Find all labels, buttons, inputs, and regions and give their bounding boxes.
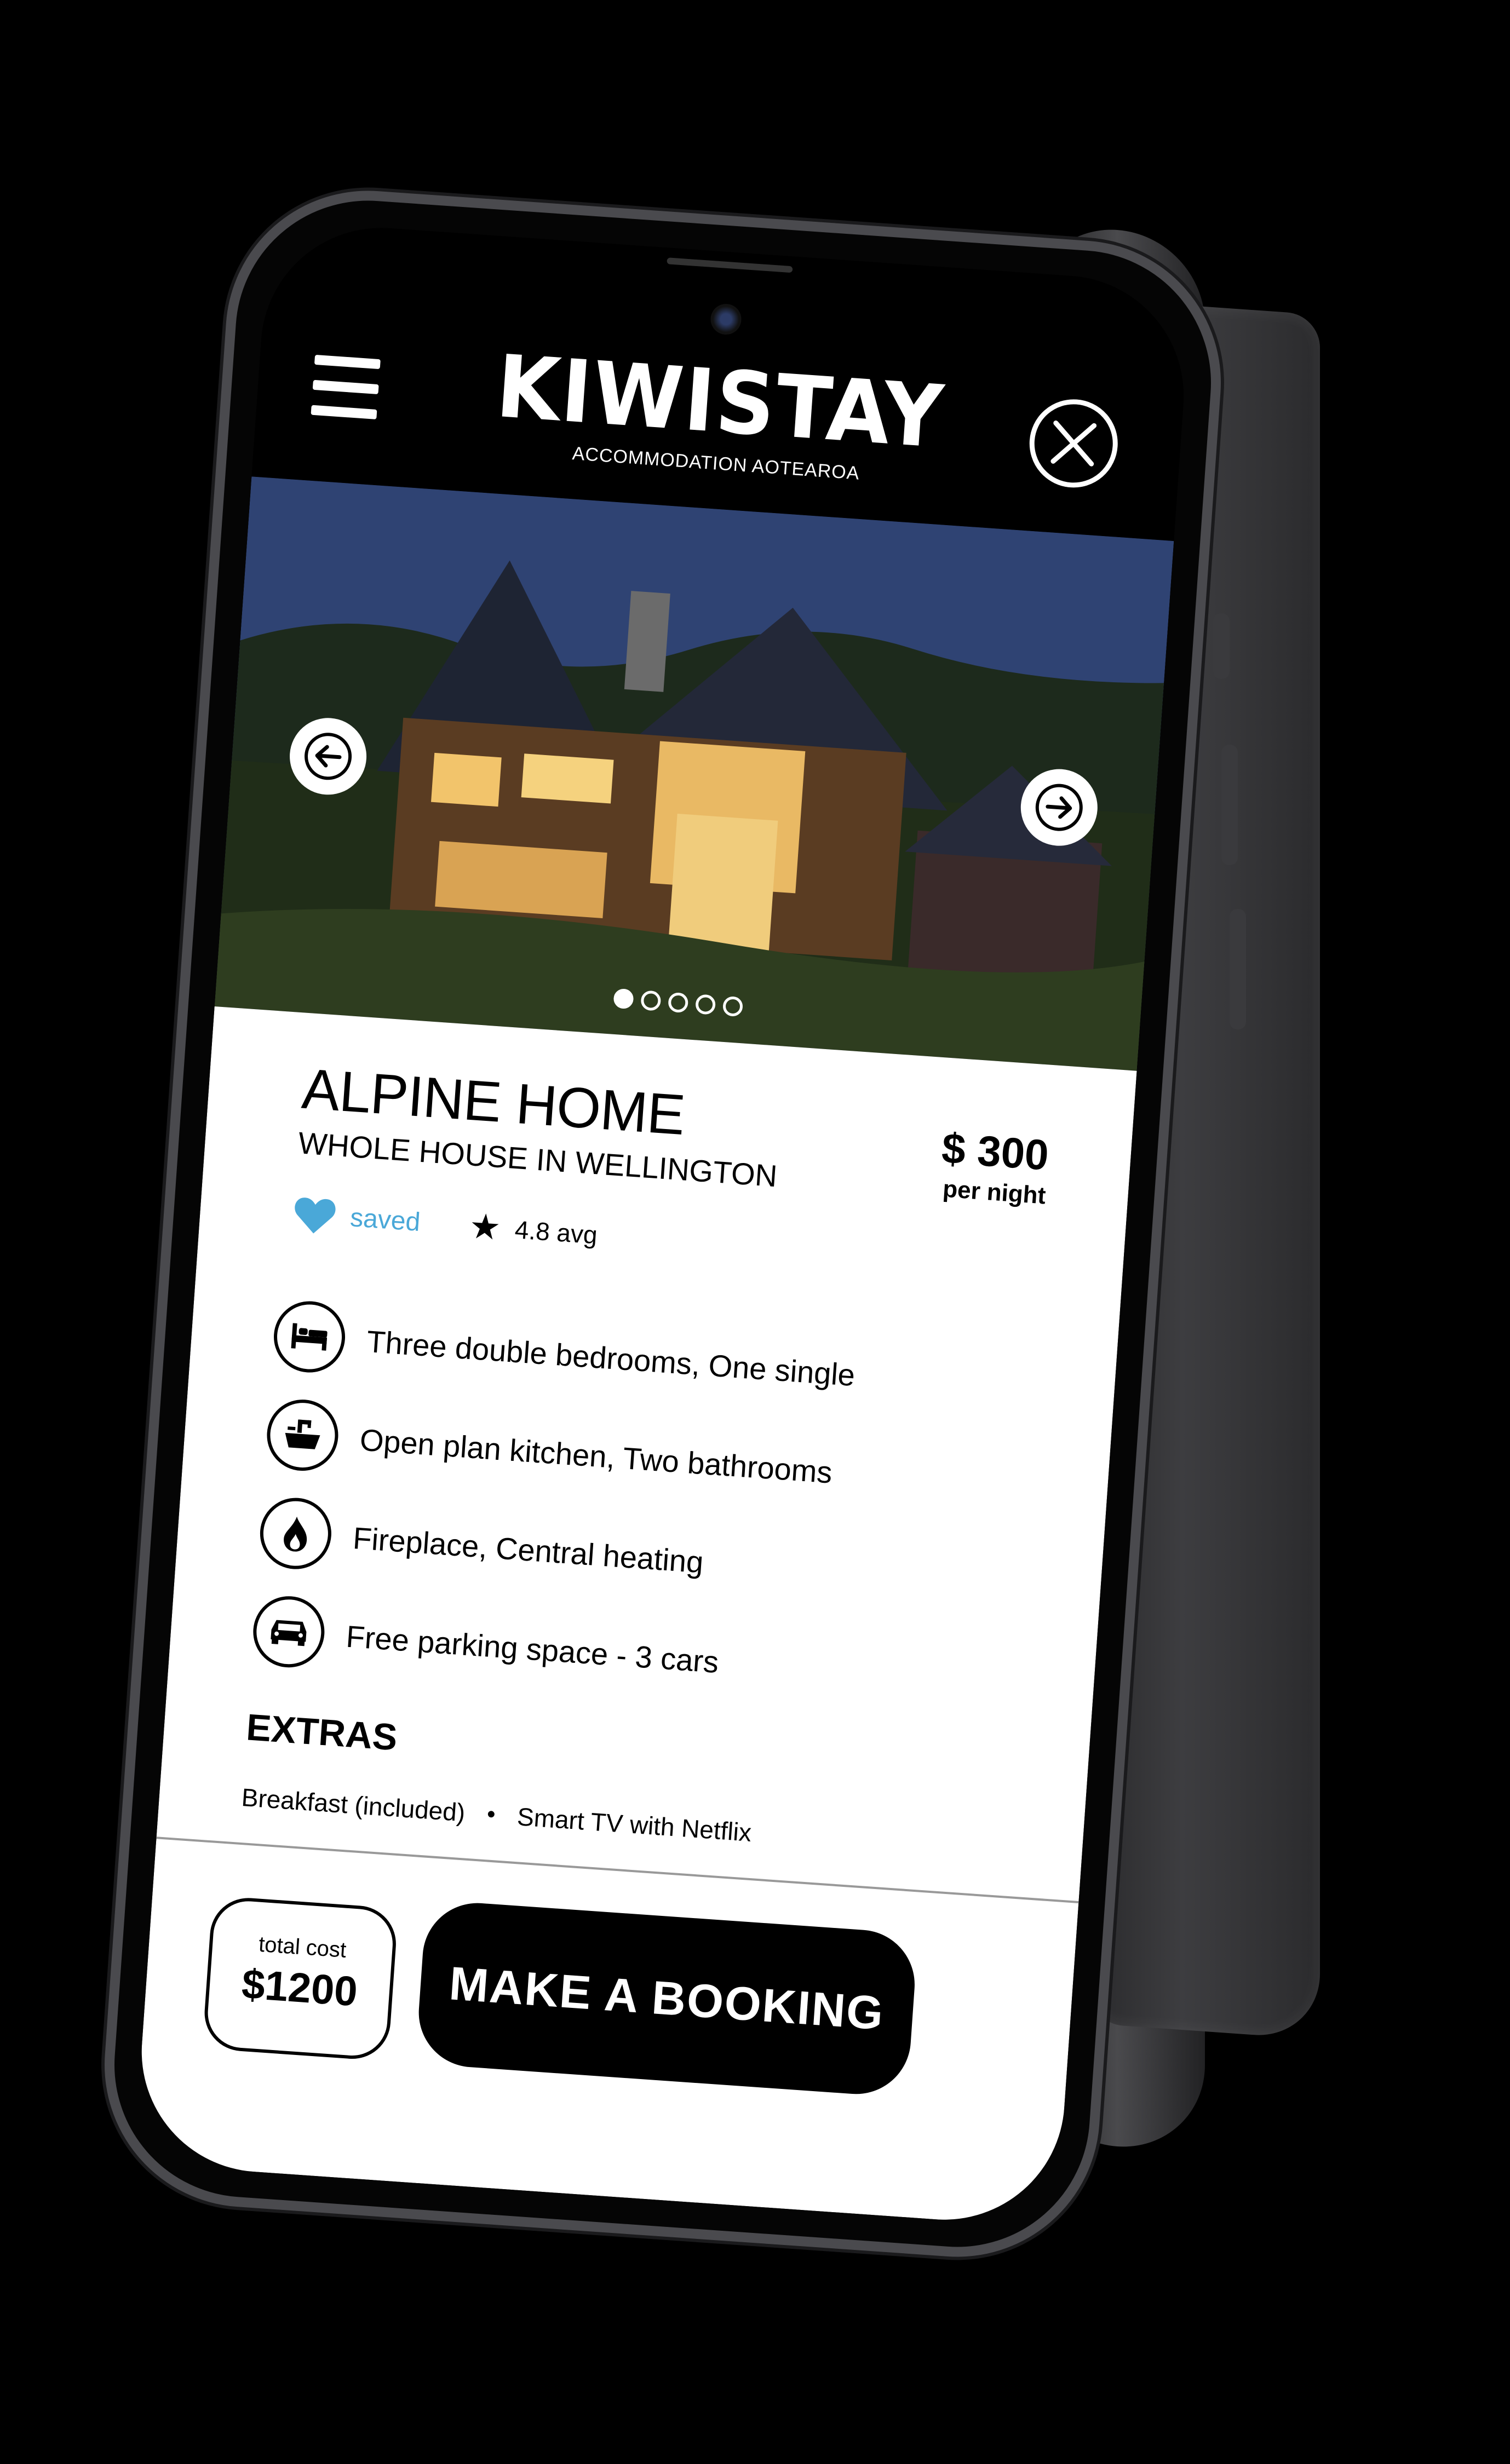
total-value: $1200 bbox=[240, 1960, 359, 2016]
flame-icon bbox=[257, 1495, 334, 1572]
rating-text: 4.8 avg bbox=[514, 1214, 599, 1250]
booking-footer: total cost $1200 MAKE A BOOKING bbox=[139, 1858, 1077, 2152]
bullet-separator: • bbox=[486, 1800, 497, 1828]
price-block: $ 300 per night bbox=[938, 1123, 1050, 1210]
feature-text: Three double bedrooms, One single bbox=[365, 1323, 857, 1392]
photo-gallery[interactable] bbox=[214, 476, 1174, 1071]
camera-icon bbox=[709, 303, 743, 336]
total-cost-box: total cost $1200 bbox=[202, 1895, 399, 2062]
extra-item: Breakfast (included) bbox=[240, 1782, 467, 1827]
extra-item: Smart TV with Netflix bbox=[516, 1802, 753, 1847]
car-icon bbox=[250, 1593, 327, 1670]
volume-up-button bbox=[1221, 745, 1238, 865]
feature-text: Open plan kitchen, Two bathrooms bbox=[359, 1421, 834, 1490]
pagination-dot[interactable] bbox=[640, 990, 662, 1011]
arrow-left-icon bbox=[305, 733, 352, 780]
make-booking-button[interactable]: MAKE A BOOKING bbox=[415, 1899, 918, 2098]
star-icon: ★ bbox=[468, 1206, 502, 1248]
heart-icon[interactable] bbox=[292, 1195, 337, 1236]
feature-text: Fireplace, Central heating bbox=[352, 1520, 705, 1580]
price-unit: per night bbox=[941, 1175, 1047, 1210]
bed-icon bbox=[271, 1299, 348, 1375]
arrow-right-icon bbox=[1035, 784, 1083, 831]
phone-screen: KIWISTAY ACCOMMODATION AOTEAROA ALPINE H… bbox=[133, 220, 1192, 2228]
pagination-dot[interactable] bbox=[668, 992, 689, 1014]
saved-label[interactable]: saved bbox=[349, 1202, 421, 1237]
feature-text: Free parking space - 3 cars bbox=[345, 1619, 720, 1679]
sink-icon bbox=[265, 1397, 341, 1473]
speaker-grille bbox=[667, 257, 793, 273]
pagination-dot[interactable] bbox=[613, 988, 634, 1010]
close-button[interactable] bbox=[1024, 394, 1123, 493]
close-icon bbox=[1029, 399, 1118, 488]
listing-meta: saved ★ 4.8 avg bbox=[292, 1193, 599, 1256]
phone-body: KIWISTAY ACCOMMODATION AOTEAROA ALPINE H… bbox=[95, 181, 1231, 2266]
device-stage: KIWISTAY ACCOMMODATION AOTEAROA ALPINE H… bbox=[0, 0, 1510, 2464]
feature-list: Three double bedrooms, One single Open p… bbox=[250, 1285, 1052, 1732]
price-amount: $ 300 bbox=[940, 1124, 1050, 1179]
side-button bbox=[1213, 613, 1230, 679]
extras-heading: EXTRAS bbox=[245, 1706, 399, 1759]
extras-list: Breakfast (included) • Smart TV with Net… bbox=[240, 1782, 753, 1847]
listing-details: ALPINE HOME WHOLE HOUSE IN WELLINGTON $ … bbox=[133, 1006, 1137, 2228]
pagination-dot[interactable] bbox=[722, 995, 744, 1017]
volume-down-button bbox=[1230, 909, 1246, 1029]
pagination-dot[interactable] bbox=[694, 994, 716, 1015]
